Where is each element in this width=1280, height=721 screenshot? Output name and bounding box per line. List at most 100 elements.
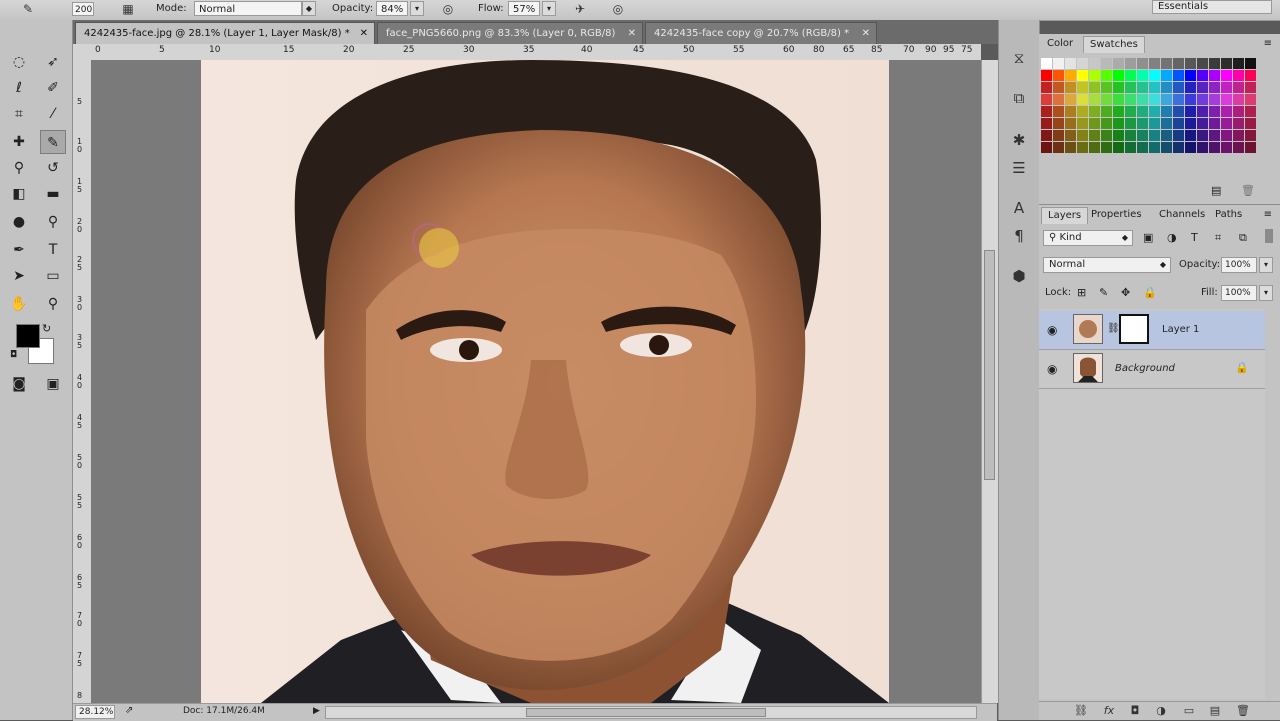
swatch[interactable] [1233, 106, 1244, 117]
opacity-dropdown-arrow[interactable]: ▾ [410, 1, 424, 16]
swatch[interactable] [1185, 130, 1196, 141]
swatch[interactable] [1065, 118, 1076, 129]
pressure-opacity-icon[interactable]: ◎ [440, 1, 456, 17]
filter-type-icon[interactable]: T [1191, 231, 1198, 244]
swatch[interactable] [1221, 118, 1232, 129]
swatch[interactable] [1221, 94, 1232, 105]
swatch[interactable] [1149, 82, 1160, 93]
tab-paths[interactable]: Paths [1209, 207, 1248, 223]
adjustment-layer-icon[interactable]: ◑ [1153, 704, 1169, 718]
pen-tool-icon[interactable]: ✒ [6, 238, 32, 262]
panel-menu-icon[interactable]: ≡ [1264, 209, 1272, 220]
3d-panel-icon[interactable]: ⬢ [1007, 264, 1031, 288]
swatch[interactable] [1149, 118, 1160, 129]
swatch[interactable] [1245, 82, 1256, 93]
swatch[interactable] [1137, 118, 1148, 129]
swatch[interactable] [1209, 70, 1220, 81]
swatch[interactable] [1065, 70, 1076, 81]
new-swatch-icon[interactable]: ▤ [1211, 184, 1221, 197]
swatch[interactable] [1065, 106, 1076, 117]
swatch[interactable] [1161, 118, 1172, 129]
swatch[interactable] [1113, 142, 1124, 153]
swatch[interactable] [1173, 142, 1184, 153]
horizontal-ruler[interactable]: 0 5 10 15 20 25 30 35 40 45 50 55 60 65 … [91, 44, 981, 61]
swatch[interactable] [1221, 130, 1232, 141]
swatch[interactable] [1173, 94, 1184, 105]
tab-properties[interactable]: Properties [1085, 207, 1148, 223]
swatch[interactable] [1221, 142, 1232, 153]
swatch[interactable] [1185, 82, 1196, 93]
filter-shape-icon[interactable]: ⌗ [1215, 231, 1221, 245]
swatch[interactable] [1089, 82, 1100, 93]
gradient-tool-icon[interactable]: ▬ [40, 182, 66, 206]
swatch[interactable] [1125, 106, 1136, 117]
tab-channels[interactable]: Channels [1153, 207, 1211, 223]
lasso-tool-icon[interactable]: ℓ [6, 76, 32, 100]
swap-colors-icon[interactable]: ↻ [42, 322, 51, 335]
swatch[interactable] [1101, 94, 1112, 105]
paragraph-panel-icon[interactable]: ¶ [1007, 224, 1031, 248]
flow-dropdown-arrow[interactable]: ▾ [542, 1, 556, 16]
zoom-level-field[interactable]: 28.12% [75, 705, 115, 719]
swatch[interactable] [1053, 142, 1064, 153]
swatch[interactable] [1233, 58, 1244, 69]
swatch[interactable] [1173, 130, 1184, 141]
swatch[interactable] [1245, 58, 1256, 69]
tab-swatches[interactable]: Swatches [1083, 36, 1145, 53]
swatch[interactable] [1173, 70, 1184, 81]
add-mask-icon[interactable]: ◘ [1127, 704, 1143, 718]
swatch[interactable] [1221, 106, 1232, 117]
swatch[interactable] [1185, 106, 1196, 117]
swatch[interactable] [1101, 58, 1112, 69]
visibility-eye-icon[interactable]: ◉ [1047, 362, 1057, 376]
swatch[interactable] [1245, 70, 1256, 81]
swatch[interactable] [1089, 94, 1100, 105]
layer-comps-icon[interactable]: ⧉ [1007, 86, 1031, 110]
swatch[interactable] [1161, 58, 1172, 69]
swatch[interactable] [1137, 142, 1148, 153]
close-icon[interactable]: ✕ [628, 23, 636, 45]
layer-style-fx-icon[interactable]: fx [1101, 704, 1117, 718]
swatch[interactable] [1149, 58, 1160, 69]
swatch[interactable] [1233, 130, 1244, 141]
swatch[interactable] [1161, 70, 1172, 81]
swatch[interactable] [1125, 94, 1136, 105]
ruler-origin[interactable] [73, 44, 92, 61]
history-panel-icon[interactable]: ⧖ [1007, 46, 1031, 70]
swatch[interactable] [1065, 82, 1076, 93]
new-layer-icon[interactable]: ▤ [1207, 704, 1223, 718]
swatch[interactable] [1209, 58, 1220, 69]
swatch[interactable] [1065, 94, 1076, 105]
share-icon[interactable]: ⇗ [125, 705, 133, 716]
swatch[interactable] [1209, 106, 1220, 117]
swatch[interactable] [1173, 58, 1184, 69]
crop-tool-icon[interactable]: ⌗ [6, 102, 32, 126]
vertical-ruler[interactable]: 5 1 0 1 5 2 0 2 5 3 0 3 5 4 0 4 5 5 0 5 … [73, 60, 92, 703]
marquee-tool-icon[interactable]: ◌ [6, 50, 32, 74]
layer-opacity-field[interactable]: 100% [1221, 257, 1257, 273]
swatch[interactable] [1089, 118, 1100, 129]
swatch[interactable] [1125, 130, 1136, 141]
lock-image-icon[interactable]: ✎ [1099, 286, 1108, 299]
swatch[interactable] [1149, 94, 1160, 105]
swatch[interactable] [1137, 94, 1148, 105]
swatch[interactable] [1185, 94, 1196, 105]
delete-layer-icon[interactable]: 🗑 [1235, 704, 1251, 718]
swatch[interactable] [1149, 142, 1160, 153]
tab-layers[interactable]: Layers [1041, 207, 1089, 224]
swatch[interactable] [1209, 142, 1220, 153]
status-menu-arrow-icon[interactable]: ▶ [313, 706, 320, 716]
swatch[interactable] [1065, 130, 1076, 141]
swatch[interactable] [1197, 142, 1208, 153]
swatch[interactable] [1245, 118, 1256, 129]
swatch[interactable] [1077, 58, 1088, 69]
layer-row-background[interactable]: ◉ Background 🔒 [1039, 350, 1265, 389]
swatch[interactable] [1041, 142, 1052, 153]
swatch[interactable] [1209, 118, 1220, 129]
clone-stamp-tool-icon[interactable]: ⚲ [6, 156, 32, 180]
swatch[interactable] [1221, 70, 1232, 81]
swatch[interactable] [1185, 70, 1196, 81]
swatch[interactable] [1197, 82, 1208, 93]
swatch[interactable] [1101, 130, 1112, 141]
swatch[interactable] [1101, 106, 1112, 117]
